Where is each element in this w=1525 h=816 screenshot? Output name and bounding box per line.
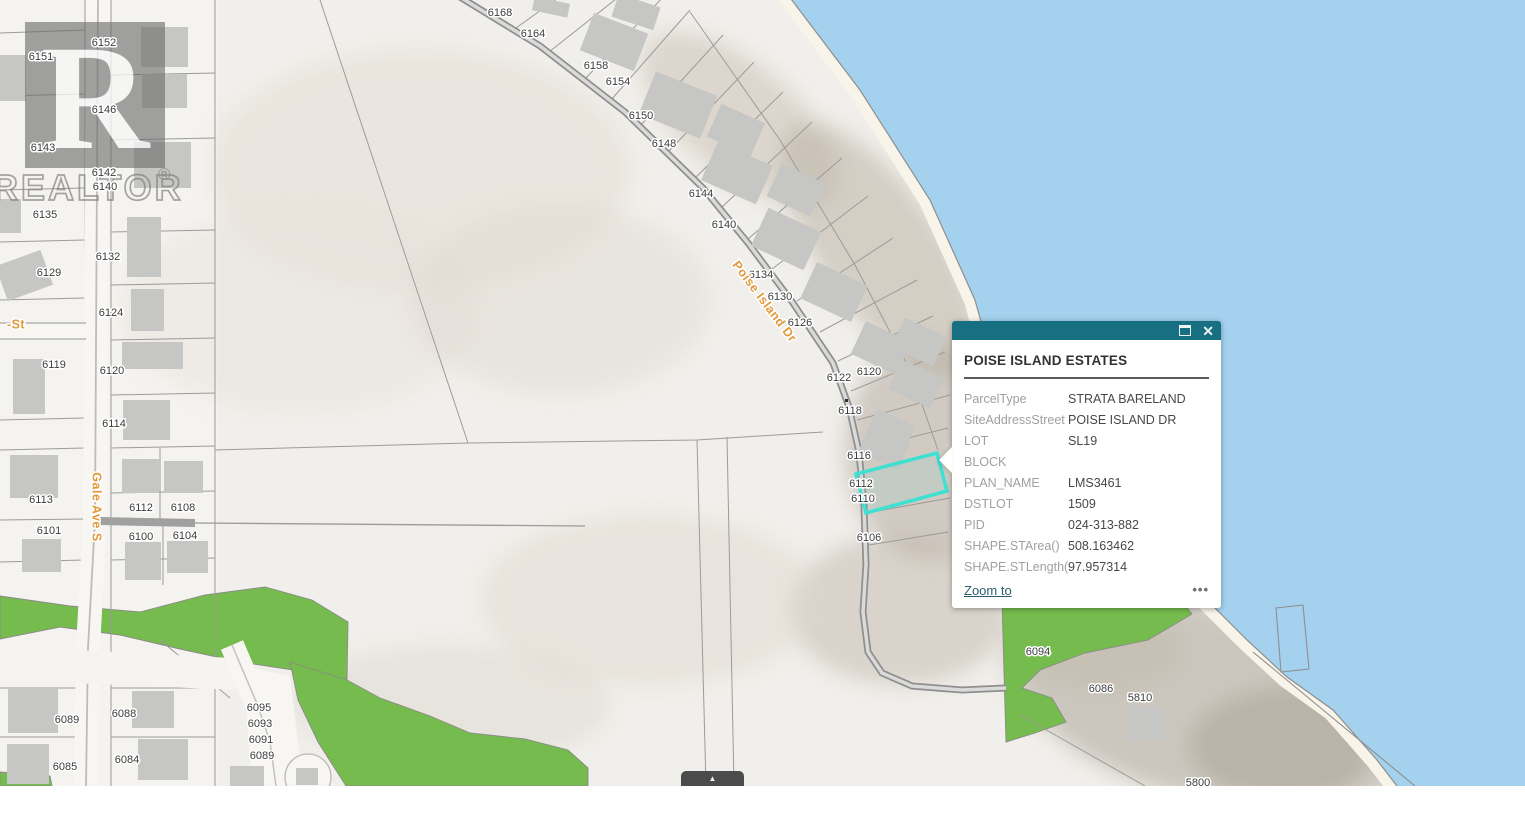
lot-number-label: 6095 [247,702,271,714]
attribution-bar: ▲ [0,786,1525,816]
lot-number-label: 6154 [606,76,630,88]
popup-title: POISE ISLAND ESTATES [964,350,1209,379]
field-label: LOT [964,434,1068,448]
field-row: LOTSL19 [964,430,1209,451]
lot-number-label: 6089 [55,714,79,726]
lot-number-label: 6112 [129,502,153,514]
field-row: PLAN_NAMELMS3461 [964,472,1209,493]
field-row: BLOCK [964,451,1209,472]
popup-pointer [939,447,952,473]
lot-number-label: 6140 [712,219,736,231]
lot-number-label: 6146 [92,104,116,116]
lot-number-label: 6113 [29,494,53,506]
lot-number-label: 6142 [92,167,116,179]
field-row: ParcelTypeSTRATA BARELAND [964,388,1209,409]
lot-number-label: 6088 [112,708,136,720]
map-application: R REALTOR ® 6168616461586154615061486144… [0,0,1525,816]
field-label: PID [964,518,1068,532]
close-icon[interactable]: ✕ [1202,324,1214,338]
lot-number-label: 6101 [37,525,61,537]
field-row: SHAPE.STArea()508.163462 [964,535,1209,556]
field-label: DSTLOT [964,497,1068,511]
lot-number-label: 6140 [93,181,117,193]
lot-number-label: 6151 [29,51,53,63]
lot-number-label: 6085 [53,761,77,773]
field-row: SHAPE.STLength()97.957314 [964,556,1209,577]
street-name-label: Gale Ave S [90,472,104,541]
field-label: BLOCK [964,455,1068,469]
lot-number-label: 6100 [129,531,153,543]
field-label: SiteAddressStreet [964,413,1068,427]
registered-symbol: ® [158,165,171,184]
lot-number-label: 6143 [31,142,55,154]
map-canvas[interactable]: R REALTOR ® 6168616461586154615061486144… [0,0,1525,786]
lot-number-label: 6114 [102,418,126,430]
field-value: STRATA BARELAND [1068,392,1186,406]
lot-number-label: 6108 [171,502,195,514]
maximize-icon[interactable] [1179,325,1191,336]
more-options-button[interactable]: ••• [1192,586,1209,594]
lot-number-label: 6116 [847,450,871,462]
popup-header: ✕ [952,321,1221,340]
lot-number-label: 6086 [1089,683,1113,695]
lot-number-label: 6168 [488,7,512,19]
lot-number-label: 6106 [857,532,881,544]
lot-number-label: 5810 [1128,692,1152,704]
lot-number-label: 6118 [838,405,862,417]
field-label: SHAPE.STArea() [964,539,1068,553]
field-value: LMS3461 [1068,476,1122,490]
attribution-toggle-button[interactable]: ▲ [681,771,744,786]
field-value: 97.957314 [1068,560,1127,574]
lot-number-label: 6122 [827,372,851,384]
lot-number-label: 6158 [584,60,608,72]
lot-number-label: 6110 [851,493,875,505]
lot-number-label: 6093 [248,718,272,730]
field-row: SiteAddressStreetPOISE ISLAND DR [964,409,1209,430]
lot-number-label: 6089 [250,750,274,762]
lot-number-label: 6119 [42,359,66,371]
field-value: 024-313-882 [1068,518,1139,532]
lot-number-label: 6132 [96,251,120,263]
zoom-to-link[interactable]: Zoom to [964,583,1012,598]
field-row: DSTLOT1509 [964,493,1209,514]
lot-number-label: 6104 [173,530,197,542]
lot-number-label: 6148 [652,138,676,150]
popup-fields: ParcelTypeSTRATA BARELANDSiteAddressStre… [964,388,1209,577]
lot-number-label: 6094 [1026,646,1050,658]
lot-number-label: 6084 [115,754,139,766]
lot-number-label: 6152 [92,37,116,49]
field-value: POISE ISLAND DR [1068,413,1176,427]
field-row: PID024-313-882 [964,514,1209,535]
lot-number-label: 5800 [1186,777,1210,786]
lot-number-label: 6144 [689,188,713,200]
field-label: PLAN_NAME [964,476,1068,490]
lot-number-label: 6150 [629,110,653,122]
lot-number-label: 6135 [33,209,57,221]
lot-number-label: 6120 [857,366,881,378]
field-value: 1509 [1068,497,1096,511]
street-name-label: -St [7,317,26,331]
field-label: SHAPE.STLength() [964,560,1068,574]
chevron-up-icon: ▲ [709,775,717,783]
field-value: SL19 [1068,434,1097,448]
lot-number-label: 6124 [99,307,123,319]
field-label: ParcelType [964,392,1068,406]
feature-popup: ✕ POISE ISLAND ESTATES ParcelTypeSTRATA … [952,321,1221,608]
lot-number-label: 6091 [249,734,273,746]
lot-number-label: 6112 [849,478,873,490]
field-value: 508.163462 [1068,539,1134,553]
lot-number-label: 6164 [521,28,545,40]
lot-number-label: 6120 [100,365,124,377]
lot-number-label: 6129 [37,267,61,279]
